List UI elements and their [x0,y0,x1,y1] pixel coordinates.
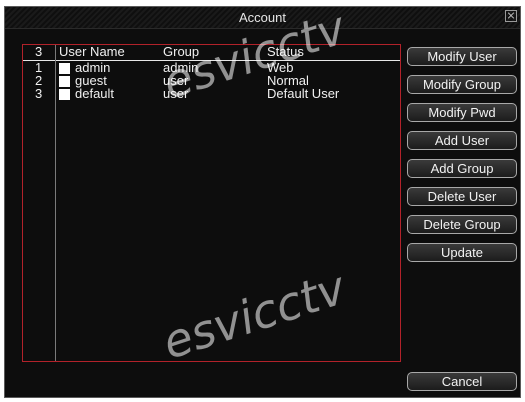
column-header-user-name[interactable]: User Name [59,44,125,59]
row-checkbox[interactable] [59,89,70,100]
title-bar: Account [5,7,520,29]
cancel-button[interactable]: Cancel [407,372,517,391]
table-row[interactable]: 3 default user Default User [23,86,400,101]
account-dialog: Account 3 User Name Group Status 1 admin… [4,6,521,398]
delete-group-button[interactable]: Delete Group [407,215,517,234]
modify-group-button[interactable]: Modify Group [407,75,517,94]
add-user-button[interactable]: Add User [407,131,517,150]
column-header-group[interactable]: Group [163,44,199,59]
row-index: 3 [35,86,43,101]
row-checkbox[interactable] [59,63,70,74]
update-button[interactable]: Update [407,243,517,262]
user-group: user [163,86,189,101]
row-checkbox[interactable] [59,76,70,87]
window-title: Account [239,10,286,25]
list-header: 3 User Name Group Status [23,44,400,61]
column-header-status[interactable]: Status [267,44,304,59]
delete-user-button[interactable]: Delete User [407,187,517,206]
add-group-button[interactable]: Add Group [407,159,517,178]
user-name: default [75,86,115,101]
user-list-panel: 3 User Name Group Status 1 admin admin W… [22,44,401,362]
modify-user-button[interactable]: Modify User [407,47,517,66]
close-icon[interactable] [505,10,517,22]
user-status: Default User [267,86,340,101]
user-count: 3 [35,44,43,59]
modify-pwd-button[interactable]: Modify Pwd [407,103,517,122]
